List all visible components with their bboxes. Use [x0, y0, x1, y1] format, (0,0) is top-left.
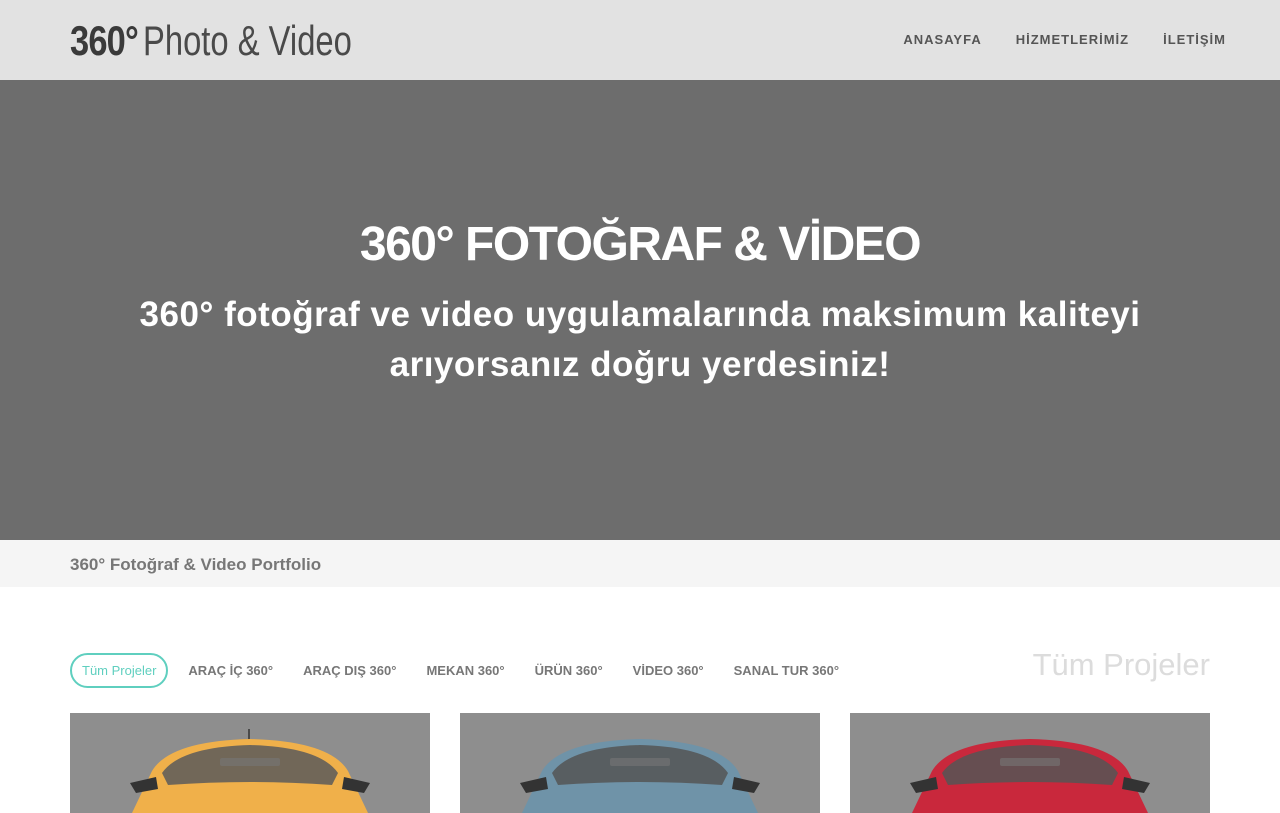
- breadcrumb-bar: 360° Fotoğraf & Video Portfolio: [0, 540, 1280, 587]
- hero-subtitle: 360° fotoğraf ve video uygulamalarında m…: [139, 295, 1141, 384]
- section-label: Tüm Projeler: [1032, 647, 1210, 682]
- breadcrumb: 360° Fotoğraf & Video Portfolio: [70, 555, 322, 574]
- hero-title: 360° FOTOĞRAF & VİDEO: [359, 218, 922, 271]
- filter-mekan[interactable]: MEKAN 360°: [426, 663, 504, 678]
- logo-text-strong: 360°: [70, 17, 139, 64]
- filter-sanal-tur[interactable]: SANAL TUR 360°: [734, 663, 839, 678]
- car-image: [130, 729, 370, 813]
- car-image: [520, 739, 760, 813]
- car-image: [910, 739, 1150, 813]
- portfolio-grid: [70, 713, 1210, 813]
- logo-text-light: Photo & Video: [142, 17, 352, 64]
- nav-item-hizmetlerimiz[interactable]: HİZMETLERİMİZ: [1016, 32, 1129, 47]
- nav-item-anasayfa[interactable]: ANASAYFA: [903, 32, 981, 47]
- hero-banner: 360° FOTOĞRAF & VİDEO 360° fotoğraf ve v…: [0, 80, 1280, 540]
- portfolio-card-yellow-car[interactable]: [70, 713, 430, 813]
- filter-all-projects[interactable]: Tüm Projeler: [70, 653, 169, 688]
- portfolio-filters: Tüm Projeler ARAÇ İÇ 360° ARAÇ DIŞ 360° …: [70, 653, 869, 688]
- main-nav: ANASAYFA HİZMETLERİMİZ İLETİŞİM: [903, 32, 1226, 47]
- filter-arac-dis[interactable]: ARAÇ DIŞ 360°: [303, 663, 396, 678]
- filter-video[interactable]: VİDEO 360°: [633, 663, 704, 678]
- portfolio-card-blue-car[interactable]: [460, 713, 820, 813]
- portfolio-card-red-car[interactable]: [850, 713, 1210, 813]
- site-header: 360° Photo & Video ANASAYFA HİZMETLERİMİ…: [0, 0, 1280, 80]
- filter-urun[interactable]: ÜRÜN 360°: [535, 663, 603, 678]
- site-logo[interactable]: 360° Photo & Video: [70, 14, 411, 64]
- filter-arac-ic[interactable]: ARAÇ İÇ 360°: [188, 663, 273, 678]
- nav-item-iletisim[interactable]: İLETİŞİM: [1163, 32, 1226, 47]
